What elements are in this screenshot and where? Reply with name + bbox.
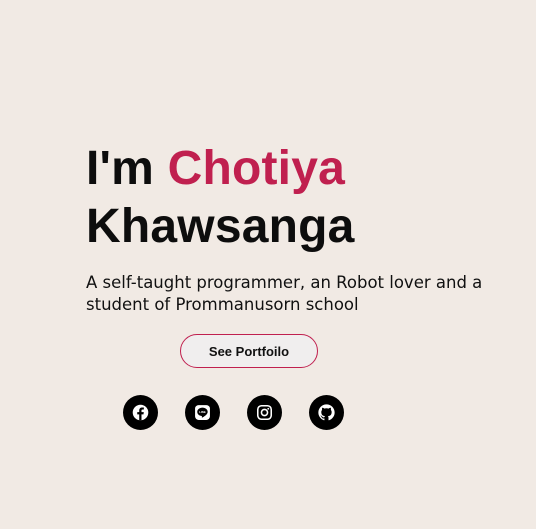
- social-links: LINE: [123, 395, 344, 430]
- last-name: Khawsanga: [86, 200, 355, 253]
- see-portfolio-button[interactable]: See Portfoilo: [180, 334, 318, 368]
- github-link[interactable]: [309, 395, 344, 430]
- instagram-link[interactable]: [247, 395, 282, 430]
- hero-section: I'm Chotiya Khawsanga A self-taught prog…: [86, 140, 516, 316]
- line-link[interactable]: LINE: [185, 395, 220, 430]
- hero-tagline: A self-taught programmer, an Robot lover…: [86, 273, 483, 314]
- line-icon: LINE: [195, 405, 210, 420]
- instagram-icon: [256, 404, 273, 421]
- greeting-text: I'm: [86, 142, 168, 195]
- svg-text:LINE: LINE: [199, 410, 206, 414]
- facebook-link[interactable]: [123, 395, 158, 430]
- github-icon: [318, 404, 335, 421]
- first-name: Chotiya: [167, 142, 345, 195]
- hero-heading: I'm Chotiya Khawsanga: [86, 140, 516, 256]
- facebook-icon: [132, 404, 149, 421]
